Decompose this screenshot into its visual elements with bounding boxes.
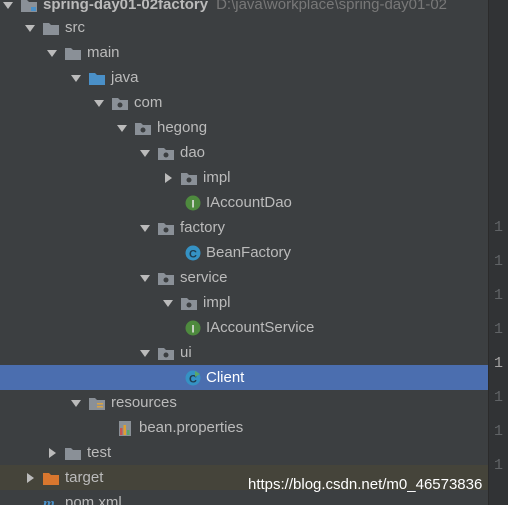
properties-file-icon bbox=[116, 419, 134, 437]
tree-row-dao[interactable]: dao bbox=[0, 140, 488, 165]
tree-row-iaccountdao[interactable]: I IAccountDao bbox=[0, 190, 488, 215]
tree-row-bean-properties[interactable]: bean.properties bbox=[0, 415, 488, 440]
expand-arrow-icon[interactable] bbox=[116, 122, 128, 134]
gutter-line-number: 1 bbox=[494, 457, 504, 474]
dao-impl-label: impl bbox=[203, 169, 231, 186]
expand-arrow-icon[interactable] bbox=[93, 97, 105, 109]
tree-row-resources[interactable]: resources bbox=[0, 390, 488, 415]
test-label: test bbox=[87, 444, 112, 461]
interface-icon: I bbox=[185, 195, 201, 211]
excluded-folder-icon bbox=[42, 470, 60, 486]
src-label: src bbox=[65, 19, 85, 36]
tree-row-dao-impl[interactable]: impl bbox=[0, 165, 488, 190]
collapse-arrow-icon[interactable] bbox=[46, 447, 58, 459]
package-icon bbox=[180, 170, 198, 186]
tree-row-service[interactable]: service bbox=[0, 265, 488, 290]
expand-arrow-icon[interactable] bbox=[24, 22, 36, 34]
gutter-line-number: 1 bbox=[494, 423, 504, 440]
expand-arrow-icon[interactable] bbox=[70, 397, 82, 409]
tree-row-factory[interactable]: factory bbox=[0, 215, 488, 240]
package-icon bbox=[157, 345, 175, 361]
tree-row-hegong[interactable]: hegong bbox=[0, 115, 488, 140]
gutter-line-number: 1 bbox=[494, 219, 504, 236]
runnable-class-icon: C bbox=[185, 370, 201, 386]
expand-arrow-icon[interactable] bbox=[139, 222, 151, 234]
service-impl-label: impl bbox=[203, 294, 231, 311]
tree-row-ui[interactable]: ui bbox=[0, 340, 488, 365]
java-label: java bbox=[111, 69, 139, 86]
maven-file-icon: m bbox=[42, 495, 60, 505]
module-folder-icon bbox=[20, 0, 38, 13]
interface-icon: I bbox=[185, 320, 201, 336]
expand-arrow-icon[interactable] bbox=[139, 272, 151, 284]
pom-label: pom.xml bbox=[65, 494, 122, 505]
tree-row-client[interactable]: C Client bbox=[0, 365, 488, 390]
gutter-line-number: 1 bbox=[494, 389, 504, 406]
project-path: D:\java\workplace\spring-day01-02 bbox=[216, 0, 448, 13]
dao-label: dao bbox=[180, 144, 206, 161]
resources-folder-icon bbox=[88, 395, 106, 411]
factory-label: factory bbox=[180, 219, 226, 236]
watermark-text: https://blog.csdn.net/m0_46573836 bbox=[248, 476, 483, 493]
beanfactory-label: BeanFactory bbox=[206, 244, 292, 261]
folder-icon bbox=[64, 45, 82, 61]
service-label: service bbox=[180, 269, 228, 286]
tree-row-com[interactable]: com bbox=[0, 90, 488, 115]
expand-arrow-icon[interactable] bbox=[139, 347, 151, 359]
gutter-line-number: 1 bbox=[494, 287, 504, 304]
bean-properties-label: bean.properties bbox=[139, 419, 244, 436]
tree-row-beanfactory[interactable]: C BeanFactory bbox=[0, 240, 488, 265]
class-icon: C bbox=[185, 245, 201, 261]
package-icon bbox=[180, 295, 198, 311]
tree-row-java[interactable]: java bbox=[0, 65, 488, 90]
svg-text:m: m bbox=[43, 496, 55, 505]
collapse-arrow-icon[interactable] bbox=[24, 472, 36, 484]
collapse-arrow-icon[interactable] bbox=[162, 172, 174, 184]
expand-arrow-icon[interactable] bbox=[46, 47, 58, 59]
expand-arrow-icon[interactable] bbox=[2, 0, 14, 11]
expand-arrow-icon[interactable] bbox=[70, 72, 82, 84]
iaccountdao-label: IAccountDao bbox=[206, 194, 292, 211]
gutter-line-number: 1 bbox=[494, 253, 504, 270]
folder-icon bbox=[64, 445, 82, 461]
folder-icon bbox=[42, 20, 60, 36]
svg-text:I: I bbox=[191, 198, 194, 210]
source-folder-icon bbox=[88, 70, 106, 86]
hegong-label: hegong bbox=[157, 119, 208, 136]
iaccountservice-label: IAccountService bbox=[206, 319, 315, 336]
project-name: spring-day01-02factory bbox=[43, 0, 209, 13]
tree-row-src[interactable]: src bbox=[0, 15, 488, 40]
package-icon bbox=[134, 120, 152, 136]
svg-text:I: I bbox=[191, 323, 194, 335]
package-icon bbox=[157, 145, 175, 161]
gutter-line-number: 1 bbox=[494, 321, 504, 338]
main-label: main bbox=[87, 44, 120, 61]
package-icon bbox=[111, 95, 129, 111]
expand-arrow-icon[interactable] bbox=[162, 297, 174, 309]
tree-row-iaccountservice[interactable]: I IAccountService bbox=[0, 315, 488, 340]
tree-row-service-impl[interactable]: impl bbox=[0, 290, 488, 315]
ui-label: ui bbox=[180, 344, 192, 361]
resources-label: resources bbox=[111, 394, 177, 411]
package-icon bbox=[157, 270, 175, 286]
package-icon bbox=[157, 220, 175, 236]
expand-arrow-icon[interactable] bbox=[139, 147, 151, 159]
tree-row-test[interactable]: test bbox=[0, 440, 488, 465]
tree-row-main[interactable]: main bbox=[0, 40, 488, 65]
target-label: target bbox=[65, 469, 104, 486]
com-label: com bbox=[134, 94, 163, 111]
client-label: Client bbox=[206, 369, 245, 386]
project-tree: spring-day01-02factory D:\java\workplace… bbox=[0, 0, 488, 505]
svg-text:C: C bbox=[189, 248, 197, 260]
gutter-line-number: 1 bbox=[494, 355, 504, 372]
